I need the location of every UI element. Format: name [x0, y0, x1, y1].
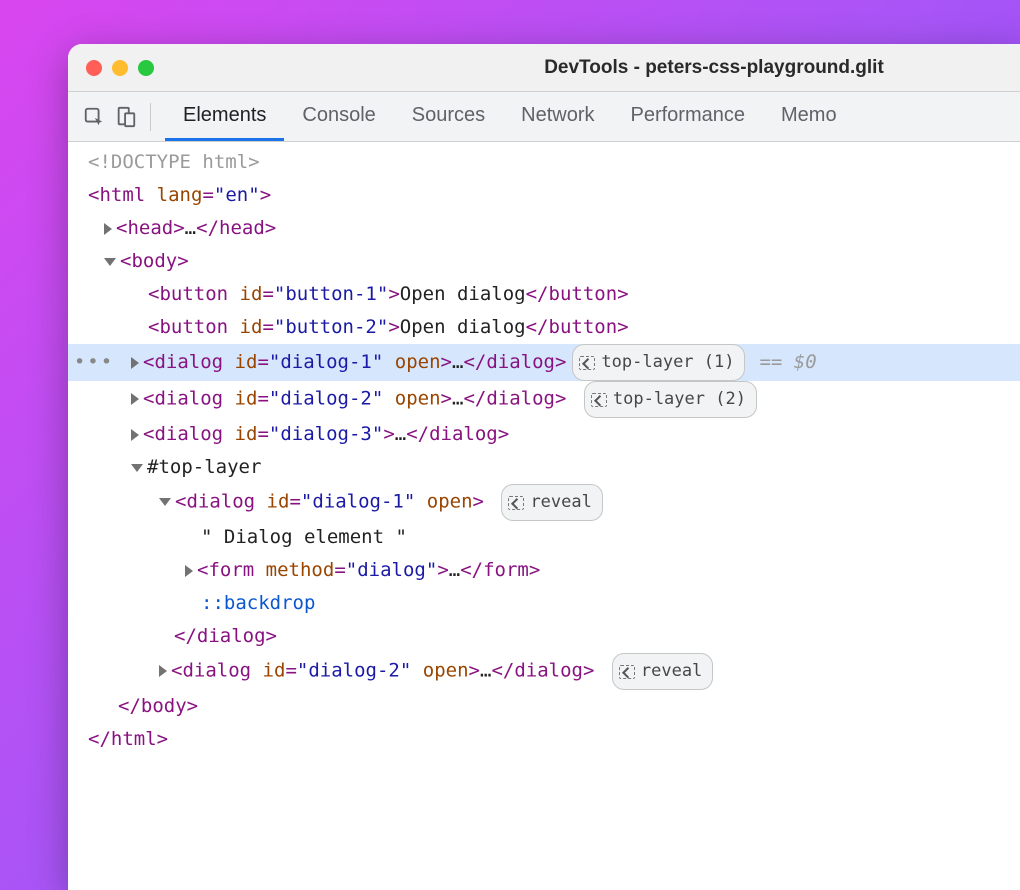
collapse-arrow-icon[interactable] [159, 498, 171, 506]
dom-head[interactable]: <head>…</head> [68, 212, 1020, 245]
tab-sources[interactable]: Sources [394, 92, 503, 141]
expand-arrow-icon[interactable] [185, 565, 193, 577]
tab-memory[interactable]: Memo [763, 92, 855, 141]
dom-tl-dialog-1-open[interactable]: <dialog id="dialog-1" open> reveal [68, 484, 1020, 521]
dom-dialog-1-selected[interactable]: ••• <dialog id="dialog-1" open>…</dialog… [68, 344, 1020, 381]
reveal-icon [619, 665, 635, 679]
dom-tl-dialog-text[interactable]: " Dialog element " [68, 521, 1020, 554]
top-layer-badge[interactable]: top-layer (2) [584, 381, 757, 418]
dom-tl-dialog-2[interactable]: <dialog id="dialog-2" open>…</dialog> re… [68, 653, 1020, 690]
titlebar: DevTools - peters-css-playground.glit [68, 44, 1020, 92]
devtools-toolbar: Elements Console Sources Network Perform… [68, 92, 1020, 142]
collapse-arrow-icon[interactable] [131, 464, 143, 472]
panel-tabs: Elements Console Sources Network Perform… [165, 92, 855, 141]
reveal-icon [579, 356, 595, 370]
collapse-arrow-icon[interactable] [104, 258, 116, 266]
dom-top-layer[interactable]: #top-layer [68, 451, 1020, 484]
dom-button-2[interactable]: <button id="button-2">Open dialog</butto… [68, 311, 1020, 344]
dom-tl-dialog-1-close[interactable]: </dialog> [68, 620, 1020, 653]
dom-dialog-3[interactable]: <dialog id="dialog-3">…</dialog> [68, 418, 1020, 451]
dom-doctype[interactable]: <!DOCTYPE html> [68, 146, 1020, 179]
dom-body-open[interactable]: <body> [68, 245, 1020, 278]
reveal-icon [591, 393, 607, 407]
window-title: DevTools - peters-css-playground.glit [426, 57, 1002, 79]
tab-console[interactable]: Console [284, 92, 393, 141]
elements-tree[interactable]: <!DOCTYPE html> <html lang="en"> <head>…… [68, 142, 1020, 890]
maximize-window-button[interactable] [138, 60, 154, 76]
dom-tl-form[interactable]: <form method="dialog">…</form> [68, 554, 1020, 587]
dom-html-open[interactable]: <html lang="en"> [68, 179, 1020, 212]
expand-arrow-icon[interactable] [104, 223, 112, 235]
close-window-button[interactable] [86, 60, 102, 76]
reveal-badge[interactable]: reveal [612, 653, 713, 690]
window-controls [86, 60, 154, 76]
expand-arrow-icon[interactable] [159, 665, 167, 677]
top-layer-badge[interactable]: top-layer (1) [572, 344, 745, 381]
dom-button-1[interactable]: <button id="button-1">Open dialog</butto… [68, 278, 1020, 311]
devtools-window: DevTools - peters-css-playground.glit El… [68, 44, 1020, 890]
reveal-badge[interactable]: reveal [501, 484, 602, 521]
dom-body-close[interactable]: </body> [68, 690, 1020, 723]
device-toolbar-icon[interactable] [112, 103, 140, 131]
tab-network[interactable]: Network [503, 92, 612, 141]
reveal-icon [508, 496, 524, 510]
expand-arrow-icon[interactable] [131, 393, 139, 405]
toolbar-divider [150, 103, 151, 131]
expand-arrow-icon[interactable] [131, 357, 139, 369]
dom-backdrop-pseudo[interactable]: ::backdrop [68, 587, 1020, 620]
minimize-window-button[interactable] [112, 60, 128, 76]
inspect-element-icon[interactable] [80, 103, 108, 131]
console-reference: == $0 [759, 346, 816, 379]
dom-html-close[interactable]: </html> [68, 723, 1020, 756]
tab-performance[interactable]: Performance [613, 92, 764, 141]
selection-indicator: ••• [68, 346, 120, 379]
dom-dialog-2[interactable]: <dialog id="dialog-2" open>…</dialog> to… [68, 381, 1020, 418]
tab-elements[interactable]: Elements [165, 92, 284, 141]
expand-arrow-icon[interactable] [131, 429, 139, 441]
